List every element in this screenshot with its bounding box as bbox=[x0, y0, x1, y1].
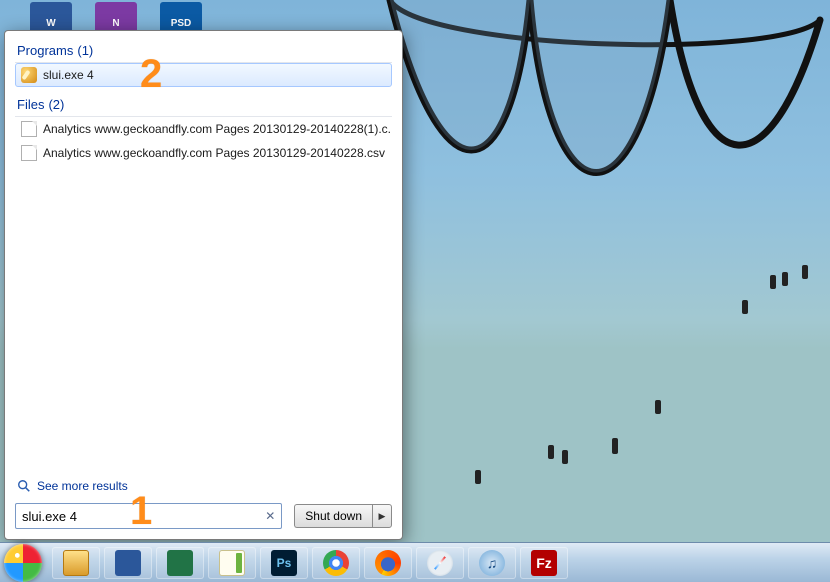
taskbar-explorer[interactable] bbox=[52, 547, 100, 579]
see-more-results[interactable]: See more results bbox=[15, 475, 392, 503]
taskbar-itunes[interactable] bbox=[468, 547, 516, 579]
result-label: Analytics www.geckoandfly.com Pages 2013… bbox=[43, 122, 392, 136]
result-label: slui.exe 4 bbox=[43, 68, 94, 82]
taskbar-photoshop[interactable]: Ps bbox=[260, 547, 308, 579]
taskbar-excel[interactable] bbox=[156, 547, 204, 579]
taskbar-safari[interactable] bbox=[416, 547, 464, 579]
category-programs[interactable]: Programs (1) bbox=[15, 39, 392, 63]
photoshop-icon: Ps bbox=[271, 550, 297, 576]
search-input[interactable] bbox=[22, 509, 263, 524]
word-icon bbox=[115, 550, 141, 576]
filezilla-icon: Fz bbox=[531, 550, 557, 576]
key-icon bbox=[21, 67, 37, 83]
start-menu-search-panel: Programs (1) slui.exe 4 Files (2) Analyt… bbox=[4, 30, 403, 540]
result-file-0[interactable]: Analytics www.geckoandfly.com Pages 2013… bbox=[15, 117, 392, 141]
result-label: Analytics www.geckoandfly.com Pages 2013… bbox=[43, 146, 385, 160]
chrome-icon bbox=[323, 550, 349, 576]
taskbar: Ps Fz bbox=[0, 542, 830, 582]
excel-icon bbox=[167, 550, 193, 576]
file-icon bbox=[21, 121, 37, 137]
itunes-icon bbox=[479, 550, 505, 576]
explorer-icon bbox=[63, 550, 89, 576]
taskbar-notepadpp[interactable] bbox=[208, 547, 256, 579]
sculpture-art bbox=[380, 0, 830, 310]
shutdown-button[interactable]: Shut down bbox=[294, 504, 372, 528]
taskbar-word[interactable] bbox=[104, 547, 152, 579]
result-file-1[interactable]: Analytics www.geckoandfly.com Pages 2013… bbox=[15, 141, 392, 165]
category-programs-label: Programs bbox=[17, 43, 73, 58]
file-icon bbox=[21, 145, 37, 161]
category-files-count: (2) bbox=[48, 97, 64, 112]
search-input-wrapper[interactable]: ✕ bbox=[15, 503, 282, 529]
see-more-label: See more results bbox=[37, 479, 128, 493]
result-program-0[interactable]: slui.exe 4 bbox=[15, 63, 392, 87]
safari-icon bbox=[427, 550, 453, 576]
taskbar-filezilla[interactable]: Fz bbox=[520, 547, 568, 579]
taskbar-firefox[interactable] bbox=[364, 547, 412, 579]
clear-search-icon[interactable]: ✕ bbox=[263, 509, 277, 523]
shutdown-menu-arrow[interactable]: ▶ bbox=[372, 504, 392, 528]
search-icon bbox=[17, 479, 31, 493]
firefox-icon bbox=[375, 550, 401, 576]
taskbar-chrome[interactable] bbox=[312, 547, 360, 579]
start-button[interactable] bbox=[4, 544, 42, 582]
category-programs-count: (1) bbox=[77, 43, 93, 58]
notepadpp-icon bbox=[219, 550, 245, 576]
category-files-label: Files bbox=[17, 97, 44, 112]
category-files[interactable]: Files (2) bbox=[15, 93, 392, 117]
